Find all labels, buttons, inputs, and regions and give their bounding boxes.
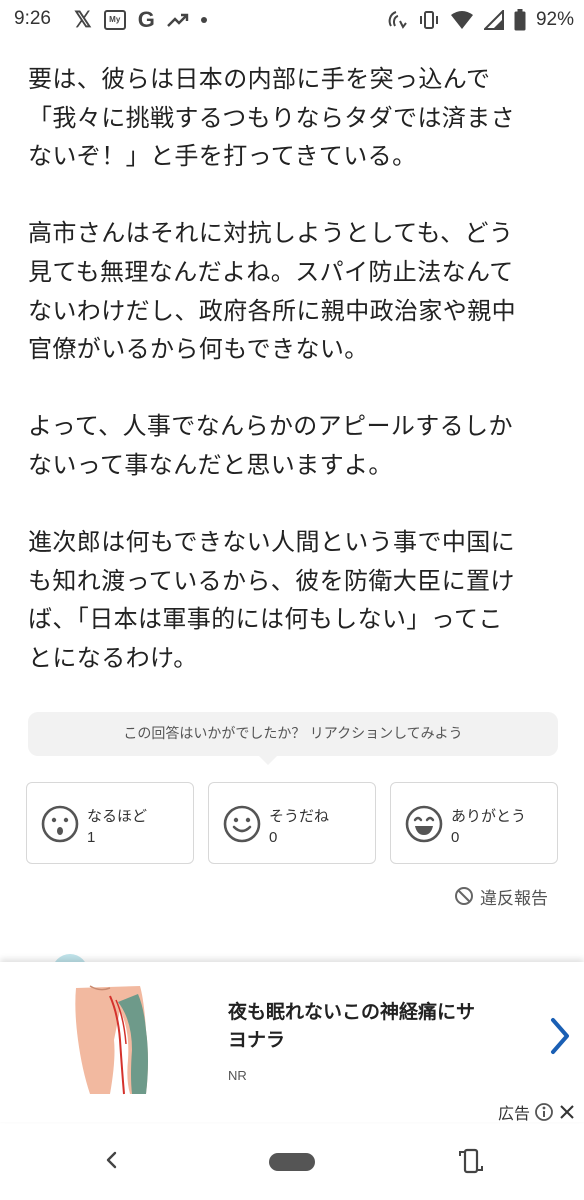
ad-title-line: 夜も眠れないこの神経痛にサ <box>228 1001 476 1023</box>
reaction-count: 0 <box>451 829 460 846</box>
home-pill[interactable] <box>269 1153 315 1171</box>
my-icon: My <box>103 10 126 30</box>
notification-icons: 𝕏 My G <box>74 7 207 32</box>
reaction-label: ありがとう <box>451 807 527 825</box>
dot-icon <box>200 17 207 23</box>
adchoices-icon[interactable] <box>534 1102 554 1122</box>
reaction-label: なるほど <box>87 807 148 825</box>
text-line: 官僚がいるから何もできない。 <box>28 335 369 364</box>
text-line: 要は、彼らは日本の内部に手を突っ込んで <box>28 65 491 93</box>
back-icon[interactable] <box>100 1148 124 1172</box>
answer-paragraph: 要は、彼らは日本の内部に手を突っ込んで 「我々に挑戦するつもりならタダでは済まさ… <box>28 60 558 176</box>
x-icon: 𝕏 <box>74 7 92 32</box>
ad-source: NR <box>228 1068 247 1083</box>
report-button[interactable]: 違反報告 <box>454 884 548 909</box>
answer-paragraph: よって、人事でなんらかのアピールするしか ないって事なんだと思いますよ。 <box>28 407 558 484</box>
text-line: 高市さんはそれに対抗しようとしても、どう <box>28 219 514 248</box>
status-time: 9:26 <box>14 8 51 29</box>
reaction-prompt: この回答はいかがでしたか？ リアクションしてみよう <box>28 712 558 756</box>
text-line: 「我々に挑戦するつもりならタダでは済まさ <box>28 103 516 132</box>
reaction-label: そうだね <box>269 807 330 825</box>
smile-face-icon <box>223 805 261 843</box>
wifi-icon <box>450 10 474 30</box>
nfc-icon <box>386 9 408 31</box>
answer-paragraph: 進次郎は何もできない人間という事で中国に も知れ渡っているから、彼を防衛大臣に置… <box>28 523 558 677</box>
report-label: 違反報告 <box>480 888 548 909</box>
ad-title[interactable]: 夜も眠れないこの神経痛にサ ヨナラ <box>228 998 528 1054</box>
text-line: ないぞ！」と手を打ってきている。 <box>28 142 417 171</box>
close-icon[interactable] <box>558 1103 576 1121</box>
text-line: 進次郎は何もできない人間という事で中国に <box>28 528 516 557</box>
reaction-naruhodo-button[interactable]: なるほど 1 <box>26 782 194 864</box>
answer-body: 要は、彼らは日本の内部に手を突っ込んで 「我々に挑戦するつもりならタダでは済まさ… <box>28 60 558 716</box>
text-line: 見ても無理なんだよね。スパイ防止法なんて <box>28 257 514 286</box>
answer-paragraph: 高市さんはそれに対抗しようとしても、どう 見ても無理なんだよね。スパイ防止法なん… <box>28 214 558 368</box>
text-line: とになるわけ。 <box>28 643 198 672</box>
surprised-face-icon <box>41 805 79 843</box>
vibrate-icon <box>418 9 440 31</box>
prohibited-icon <box>455 887 473 905</box>
text-line: よって、人事でなんらかのアピールするしか <box>28 412 513 441</box>
system-icons: 92% <box>386 8 574 32</box>
ad-footer: 広告 <box>498 1100 576 1124</box>
navigation-bar <box>0 1124 584 1200</box>
reaction-count: 0 <box>269 829 278 846</box>
signal-icon <box>483 10 504 30</box>
status-bar: 9:26 𝕏 My G 92% <box>0 0 584 44</box>
text-line: ないわけだし、政府各所に親中政治家や親中 <box>28 296 516 325</box>
google-icon: G <box>137 7 155 32</box>
reaction-soudane-button[interactable]: そうだね 0 <box>208 782 376 864</box>
reaction-count: 1 <box>87 829 96 846</box>
reaction-prompt-tail <box>258 755 278 765</box>
rotate-icon[interactable] <box>456 1146 486 1176</box>
text-line: ないって事なんだと思いますよ。 <box>28 450 393 479</box>
chevron-right-icon[interactable] <box>548 1016 572 1056</box>
text-line: も知れ渡っているから、彼を防衛大臣に置け <box>28 566 515 595</box>
reaction-arigatou-button[interactable]: ありがとう 0 <box>390 782 558 864</box>
trend-icon <box>167 12 189 28</box>
battery-icon <box>514 9 526 31</box>
ad-title-line: ヨナラ <box>228 1029 286 1051</box>
grin-face-icon <box>405 805 443 843</box>
battery-percent: 92% <box>535 9 574 30</box>
text-line: ば、「日本は軍事的には何もしない」ってこ <box>28 605 503 634</box>
reaction-buttons: なるほど 1 そうだね 0 ありがとう 0 <box>26 782 558 864</box>
ad-label: 広告 <box>497 1104 530 1123</box>
ad-image <box>75 985 148 1095</box>
ad-banner[interactable]: 夜も眠れないこの神経痛にサ ヨナラ NR 広告 <box>0 962 584 1124</box>
